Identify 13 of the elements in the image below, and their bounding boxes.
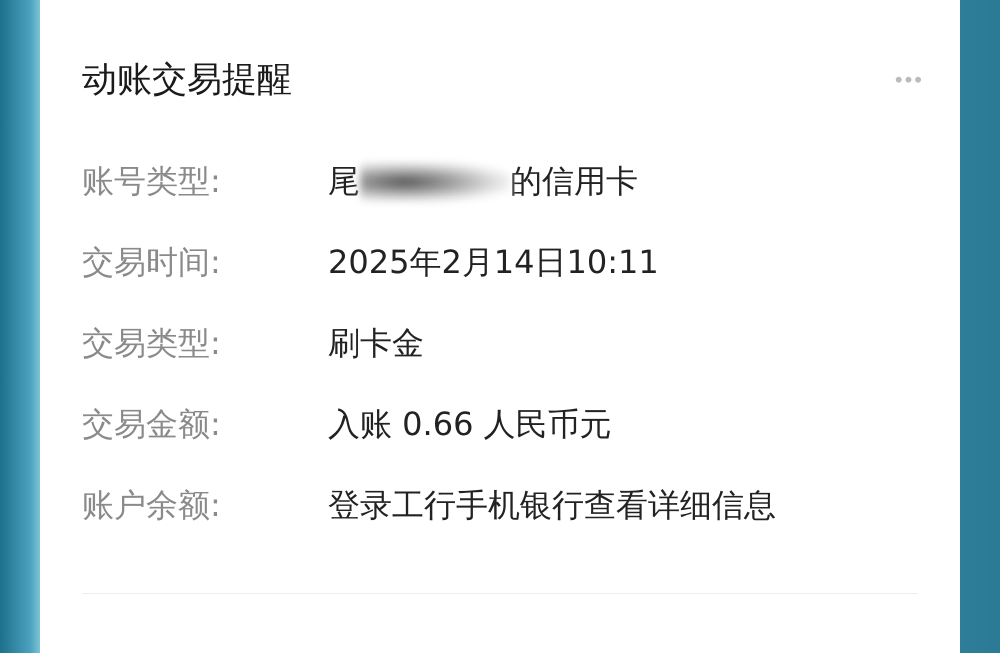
field-label: 交易时间: (82, 242, 222, 283)
field-value: 刷卡金 (328, 323, 424, 364)
field-value: 登录工行手机银行查看详细信息 (328, 485, 776, 526)
field-value: 2025年2月14日10:11 (328, 242, 659, 283)
field-label: 交易金额: (82, 404, 222, 445)
card-title: 动账交易提醒 (82, 59, 292, 102)
field-value: 尾 (328, 161, 360, 202)
field-label: 账户余额: (82, 485, 222, 526)
more-menu-button[interactable]: ••• (894, 66, 924, 92)
field-label: 交易类型: (82, 323, 222, 364)
field-label: 账号类型: (82, 161, 222, 202)
field-value: 的信用卡 (510, 161, 638, 202)
field-value: 入账 0.66 人民币元 (328, 404, 612, 445)
